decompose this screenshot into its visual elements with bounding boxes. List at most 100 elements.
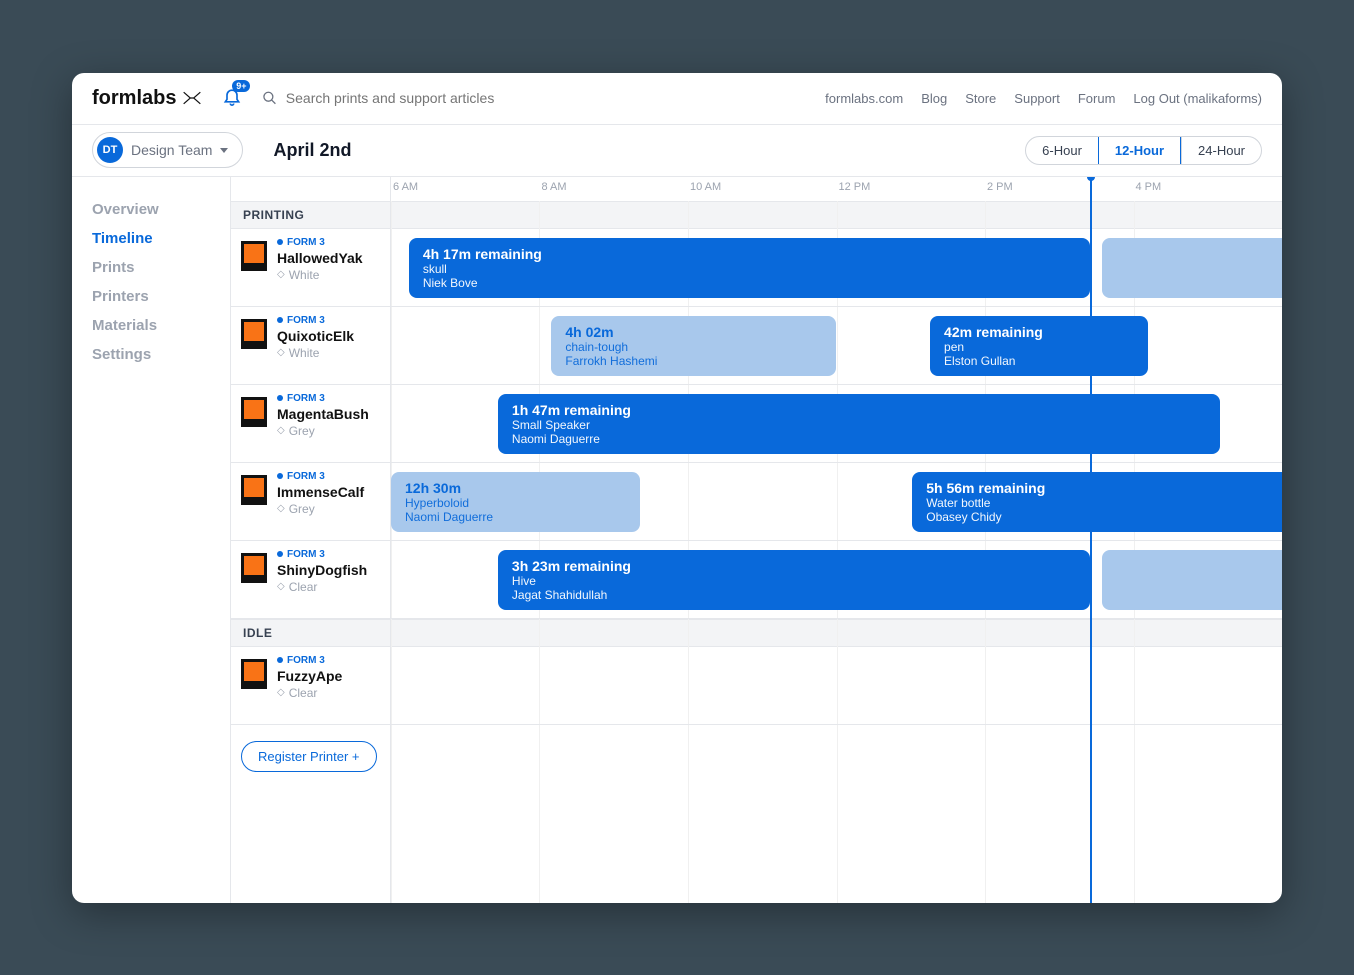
timeline-lane-row: 1h 47m remaining Small Speaker Naomi Dag… (391, 385, 1282, 463)
printer-meta: FORM 3 FuzzyApe Clear (277, 655, 342, 700)
printer-material: Grey (277, 502, 364, 516)
print-job-bar[interactable]: 42m remaining pen Elston Gullan (930, 316, 1148, 376)
topbar: formlabs 9+ formlabs.com Blog Store Supp… (72, 73, 1282, 125)
printer-material: White (277, 268, 363, 282)
job-user: Elston Gullan (944, 354, 1134, 368)
printer-card[interactable]: FORM 3 HallowedYak White (231, 229, 390, 290)
job-duration: 5h 56m remaining (926, 480, 1282, 496)
print-job-bar[interactable] (1102, 238, 1282, 298)
timeline-lane-row: 4h 17m remaining skull Niek Bove (391, 229, 1282, 307)
job-duration: 4h 17m remaining (423, 246, 1077, 262)
team-selector[interactable]: DT Design Team (92, 132, 243, 168)
printer-row: FORM 3 HallowedYak White (231, 229, 390, 307)
nav-logout[interactable]: Log Out (malikaforms) (1133, 91, 1262, 106)
notification-badge: 9+ (232, 80, 250, 92)
time-tick: 12 PM (839, 181, 871, 193)
print-job-bar[interactable]: 3h 23m remaining Hive Jagat Shahidullah (498, 550, 1091, 610)
job-duration: 1h 47m remaining (512, 402, 1206, 418)
printer-meta: FORM 3 ShinyDogfish Clear (277, 549, 367, 594)
job-user: Obasey Chidy (926, 510, 1282, 524)
printer-meta: FORM 3 HallowedYak White (277, 237, 363, 282)
range-segmented-control: 6-Hour 12-Hour 24-Hour (1025, 136, 1262, 165)
time-tick: 10 AM (690, 181, 721, 193)
print-job-bar[interactable]: 1h 47m remaining Small Speaker Naomi Dag… (498, 394, 1220, 454)
print-job-bar[interactable] (1102, 550, 1282, 610)
team-name: Design Team (131, 142, 212, 158)
register-printer-button[interactable]: Register Printer + (241, 741, 377, 772)
printer-name: MagentaBush (277, 406, 369, 422)
printer-card[interactable]: FORM 3 MagentaBush Grey (231, 385, 390, 446)
range-12h[interactable]: 12-Hour (1098, 137, 1181, 164)
printer-material: Grey (277, 424, 369, 438)
range-6h[interactable]: 6-Hour (1026, 137, 1098, 164)
time-tick: 8 AM (541, 181, 566, 193)
printer-row: FORM 3 ImmenseCalf Grey (231, 463, 390, 541)
sidebar-item-timeline[interactable]: Timeline (92, 224, 210, 253)
job-user: Jagat Shahidullah (512, 588, 1077, 602)
timeline-lane-row: 12h 30m Hyperboloid Naomi Daguerre 5h 56m… (391, 463, 1282, 541)
nav-forum[interactable]: Forum (1078, 91, 1116, 106)
printer-row: FORM 3 FuzzyApe Clear (231, 647, 390, 725)
date-title: April 2nd (273, 140, 351, 161)
printer-card[interactable]: FORM 3 FuzzyApe Clear (231, 647, 390, 708)
time-tick: 6 AM (393, 181, 418, 193)
search-icon (262, 90, 277, 106)
printer-icon (241, 553, 267, 583)
printer-meta: FORM 3 ImmenseCalf Grey (277, 471, 364, 516)
sidebar: OverviewTimelinePrintsPrintersMaterialsS… (72, 177, 230, 903)
search-input[interactable] (286, 90, 805, 106)
timeline-lane-row: 4h 02m chain-tough Farrokh Hashemi 42m re… (391, 307, 1282, 385)
sidebar-item-prints[interactable]: Prints (92, 253, 210, 282)
job-duration: 12h 30m (405, 480, 626, 496)
print-job-bar[interactable]: 5h 56m remaining Water bottle Obasey Chi… (912, 472, 1282, 532)
section-header: IDLE (231, 619, 390, 647)
print-job-bar[interactable]: 4h 02m chain-tough Farrokh Hashemi (551, 316, 836, 376)
logo-text: formlabs (92, 87, 176, 110)
printer-card[interactable]: FORM 3 ImmenseCalf Grey (231, 463, 390, 524)
timeline-lane-row: 3h 23m remaining Hive Jagat Shahidullah (391, 541, 1282, 619)
printer-material: Clear (277, 580, 367, 594)
nav-blog[interactable]: Blog (921, 91, 947, 106)
job-name: pen (944, 340, 1134, 354)
section-header: PRINTING (231, 201, 390, 229)
sidebar-item-settings[interactable]: Settings (92, 340, 210, 369)
nav-store[interactable]: Store (965, 91, 996, 106)
printer-name: QuixoticElk (277, 328, 354, 344)
team-avatar: DT (97, 137, 123, 163)
notifications-button[interactable]: 9+ (222, 86, 242, 111)
logo[interactable]: formlabs (92, 87, 202, 110)
printer-row: FORM 3 ShinyDogfish Clear (231, 541, 390, 619)
job-name: Small Speaker (512, 418, 1206, 432)
timeline-lane-row (391, 647, 1282, 725)
printer-model: FORM 3 (277, 549, 367, 560)
timeline-grid: PRINTING FORM 3 HallowedYak White FORM 3… (231, 177, 1282, 903)
app-window: formlabs 9+ formlabs.com Blog Store Supp… (72, 73, 1282, 903)
printer-icon (241, 241, 267, 271)
print-job-bar[interactable]: 12h 30m Hyperboloid Naomi Daguerre (391, 472, 640, 532)
time-tick: 4 PM (1136, 181, 1162, 193)
printer-material: White (277, 346, 354, 360)
printer-material: Clear (277, 686, 342, 700)
print-job-bar[interactable]: 4h 17m remaining skull Niek Bove (409, 238, 1091, 298)
printer-name: HallowedYak (277, 250, 363, 266)
time-tick: 2 PM (987, 181, 1013, 193)
printer-name: ImmenseCalf (277, 484, 364, 500)
printer-icon (241, 659, 267, 689)
printer-icon (241, 475, 267, 505)
printer-card[interactable]: FORM 3 QuixoticElk White (231, 307, 390, 368)
printer-meta: FORM 3 QuixoticElk White (277, 315, 354, 360)
sidebar-item-overview[interactable]: Overview (92, 195, 210, 224)
nav-support[interactable]: Support (1014, 91, 1060, 106)
job-user: Naomi Daguerre (512, 432, 1206, 446)
nav-site[interactable]: formlabs.com (825, 91, 903, 106)
range-24h[interactable]: 24-Hour (1181, 137, 1261, 164)
job-name: Hyperboloid (405, 496, 626, 510)
printer-card[interactable]: FORM 3 ShinyDogfish Clear (231, 541, 390, 602)
sidebar-item-materials[interactable]: Materials (92, 311, 210, 340)
time-axis: 6 AM8 AM10 AM12 PM2 PM4 PM6 PM (391, 177, 1282, 201)
chevron-down-icon (220, 148, 228, 153)
current-time-indicator (1090, 177, 1092, 903)
printer-model: FORM 3 (277, 655, 342, 666)
sidebar-item-printers[interactable]: Printers (92, 282, 210, 311)
timeline-content: PRINTING FORM 3 HallowedYak White FORM 3… (230, 177, 1282, 903)
